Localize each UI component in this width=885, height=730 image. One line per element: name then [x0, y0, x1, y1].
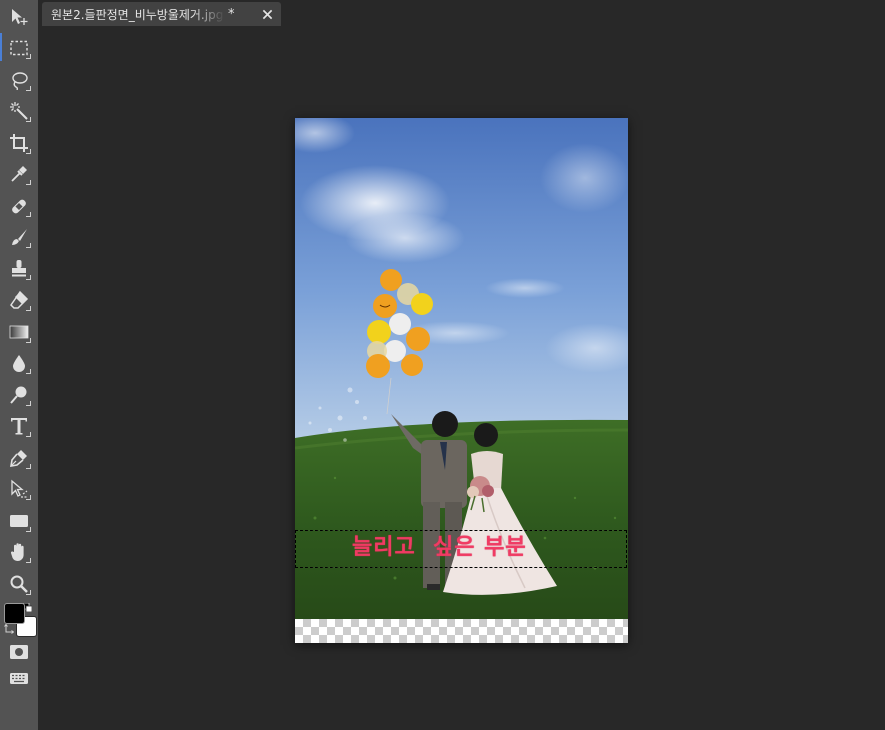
unsaved-marker: *	[228, 6, 235, 22]
tool-group-corner	[26, 495, 31, 500]
foreground-color-swatch[interactable]	[4, 603, 25, 624]
eraser-tool-button[interactable]	[6, 287, 32, 313]
dodge-tool-button[interactable]	[6, 382, 32, 408]
keyboard-icon	[10, 673, 28, 684]
healing-brush-tool-button[interactable]	[6, 193, 32, 219]
tool-group-corner	[26, 369, 31, 374]
close-icon	[262, 9, 272, 19]
tool-group-corner	[26, 86, 31, 91]
swap-colors-icon[interactable]	[4, 624, 14, 634]
tool-group-corner	[26, 54, 31, 59]
tool-group-corner	[26, 558, 31, 563]
hand-tool-button[interactable]	[6, 539, 32, 565]
tool-group-corner	[26, 306, 31, 311]
blur-tool-button[interactable]	[6, 350, 32, 376]
tool-group-corner	[26, 149, 31, 154]
tool-group-corner	[26, 338, 31, 343]
tool-group-corner	[26, 243, 31, 248]
gradient-tool-button[interactable]	[6, 319, 32, 345]
lasso-tool-button[interactable]	[6, 67, 32, 93]
tool-group-corner	[26, 117, 31, 122]
path-selection-tool-button[interactable]	[6, 476, 32, 502]
magic-wand-tool-button[interactable]	[6, 98, 32, 124]
active-tool-indicator	[0, 33, 2, 61]
move-tool-button[interactable]	[6, 4, 32, 30]
screen-mode-button[interactable]	[6, 665, 32, 691]
move-icon	[12, 9, 28, 25]
pen-tool-button[interactable]	[6, 445, 32, 471]
close-tab-button[interactable]	[259, 6, 275, 22]
tool-group-corner	[26, 590, 31, 595]
rectangle-tool-button[interactable]	[6, 508, 32, 534]
marquee-tool-button[interactable]	[6, 35, 32, 61]
quick-mask-button[interactable]	[6, 639, 32, 665]
document-tab-title: 원본2.들판정면_비누방울제거.jpg	[51, 7, 224, 22]
tool-group-corner	[26, 212, 31, 217]
tools-panel	[0, 0, 38, 730]
eyedropper-tool-button[interactable]	[6, 161, 32, 187]
tool-group-corner	[26, 275, 31, 280]
transparent-canvas-area	[295, 619, 628, 643]
crop-tool-button[interactable]	[6, 130, 32, 156]
tool-group-corner	[26, 401, 31, 406]
tool-group-corner	[26, 464, 31, 469]
selection-marquee[interactable]	[295, 530, 627, 568]
type-tool-button[interactable]	[6, 413, 32, 439]
document-tab[interactable]: 원본2.들판정면_비누방울제거.jpg *	[42, 2, 281, 26]
clone-stamp-tool-button[interactable]	[6, 256, 32, 282]
brush-tool-button[interactable]	[6, 224, 32, 250]
quick-mask-icon	[10, 645, 28, 659]
tool-group-corner	[26, 527, 31, 532]
tool-group-corner	[26, 432, 31, 437]
tool-group-corner	[26, 180, 31, 185]
zoom-tool-button[interactable]	[6, 571, 32, 597]
